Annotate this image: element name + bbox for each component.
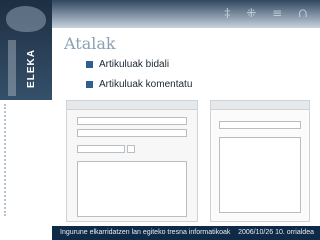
footer-left: Ingurune elkarridatzen lan egiteko tresn… [60, 229, 231, 236]
sidebar-vertical-text [8, 40, 16, 96]
field-1 [77, 117, 187, 125]
slide-title: Atalak [64, 34, 116, 53]
brand: ELEKA [4, 40, 48, 96]
form-screenshot [66, 100, 198, 222]
square-bullet-icon [86, 80, 93, 88]
logo-text: ELEKA [25, 48, 37, 88]
form-toolbar [67, 101, 197, 110]
footer-right: 2006/10/26 10. orrialdea [238, 229, 314, 236]
sidebar: ELEKA [0, 0, 52, 100]
field-2 [77, 129, 187, 137]
brain-image [6, 6, 46, 32]
bullet-label: Artikuluak komentatu [99, 78, 193, 90]
top-banner: ‡ ⁜ ≡ ∩ [52, 0, 320, 28]
bullet-item: Artikuluak komentatu [86, 76, 192, 92]
comment-field-1 [219, 121, 301, 129]
field-4 [127, 145, 135, 153]
footer: Ingurune elkarridatzen lan egiteko tresn… [52, 226, 320, 240]
glyphs-icon: ‡ ⁜ ≡ ∩ [224, 6, 314, 20]
bullet-list: Artikuluak bidali Artikuluak komentatu [86, 56, 192, 96]
bullet-label: Artikuluak bidali [99, 58, 170, 70]
comment-screenshot [210, 100, 310, 222]
comment-field-2 [219, 137, 301, 213]
logo: ELEKA [20, 40, 42, 96]
left-dotted-line [4, 104, 12, 216]
bullet-item: Artikuluak bidali [86, 56, 192, 72]
field-3 [77, 145, 125, 153]
comment-toolbar [211, 101, 309, 110]
field-5 [77, 161, 187, 217]
square-bullet-icon [86, 60, 93, 68]
